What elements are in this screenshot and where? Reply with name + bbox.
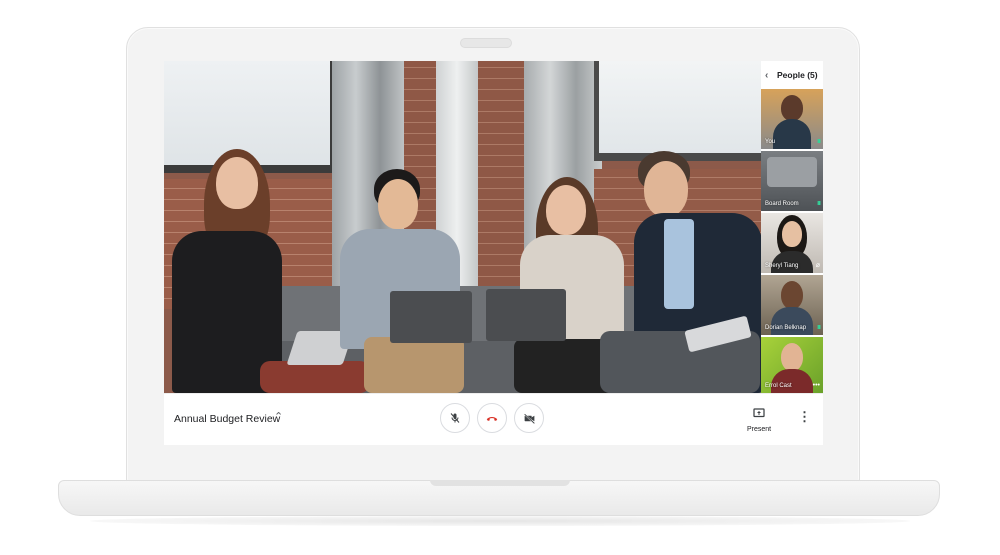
webcam xyxy=(460,38,512,48)
more-vert-icon[interactable]: ⋮ xyxy=(798,410,811,423)
chevron-left-icon[interactable]: ‹ xyxy=(765,70,777,81)
participant-tile-you[interactable]: You ııı xyxy=(761,89,823,149)
participant-name: Sheryl Tiang xyxy=(765,263,799,269)
hangup-icon xyxy=(486,416,498,421)
chevron-up-icon[interactable]: ⌃ xyxy=(274,410,283,423)
meeting-title[interactable]: Annual Budget Review xyxy=(174,413,280,425)
speaking-icon: ııı xyxy=(817,200,821,207)
camera-off-icon xyxy=(523,413,535,424)
main-video-feed[interactable] xyxy=(164,61,761,393)
mic-toggle-button[interactable] xyxy=(440,403,470,433)
participant-tile-errol-cast[interactable]: Errol Cast ••• xyxy=(761,337,823,393)
people-panel-title: People (5) xyxy=(777,70,818,80)
camera-toggle-button[interactable] xyxy=(514,403,544,433)
participant-tile-sheryl-tiang[interactable]: Sheryl Tiang ⌀ xyxy=(761,213,823,273)
mic-off-icon xyxy=(450,413,460,423)
speaking-icon: ııı xyxy=(817,138,821,145)
participant-name: Dorian Belknap xyxy=(765,325,807,331)
participant-tile-dorian-belknap[interactable]: Dorian Belknap ııı xyxy=(761,275,823,335)
present-screen-icon xyxy=(753,408,765,418)
hangup-button[interactable] xyxy=(477,403,507,433)
laptop-shadow xyxy=(90,516,910,526)
present-label: Present xyxy=(746,426,772,433)
people-panel: ‹ People (5) You ııı Board Room ııı Sher… xyxy=(761,61,823,393)
window-right xyxy=(594,61,761,161)
participant-name: Board Room xyxy=(765,201,799,207)
meet-screen: ‹ People (5) You ııı Board Room ııı Sher… xyxy=(164,61,823,445)
participant-name: Errol Cast xyxy=(765,383,792,389)
people-panel-header: ‹ People (5) xyxy=(761,61,823,89)
present-button[interactable]: Present xyxy=(742,406,776,433)
laptop-notch xyxy=(430,480,570,486)
speaking-icon: ııı xyxy=(817,324,821,331)
more-icon[interactable]: ••• xyxy=(813,382,820,389)
control-bar: Annual Budget Review ⌃ Present ⋮ xyxy=(164,393,823,445)
participant-name: You xyxy=(765,139,776,145)
participant-tile-board-room[interactable]: Board Room ııı xyxy=(761,151,823,211)
mic-off-icon: ⌀ xyxy=(815,262,820,269)
